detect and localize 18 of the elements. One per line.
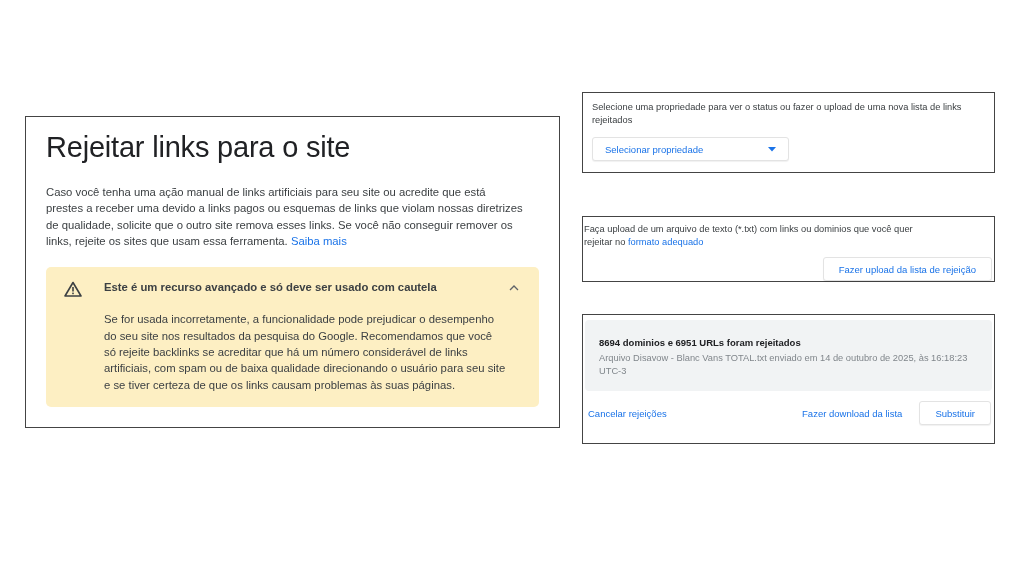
dropdown-arrow-icon — [768, 146, 776, 152]
page-title: Rejeitar links para o site — [46, 131, 352, 164]
cancel-rejections-button[interactable]: Cancelar rejeições — [588, 407, 667, 419]
rejection-summary: 8694 dominios e 6951 URLs foram rejeitados — [599, 337, 802, 348]
warning-icon — [64, 281, 82, 298]
download-list-button[interactable]: Fazer download da lista — [802, 407, 903, 419]
intro-paragraph: Caso você tenha uma ação manual de links artificiais para seu site ou acredite que está prestes a receber uma devido a links pagos ou esquemas de links que violam nossas diretrizes de qualidade, solicite que o outro site remova esses links. Se você não conseguir remover os links, rejeite os sites que usam essa ferramenta. Saiba mais — [46, 185, 524, 249]
format-link[interactable]: formato adequado — [627, 237, 704, 247]
learn-more-link[interactable]: Saiba mais — [290, 234, 347, 247]
upload-details: Arquivo Disavow - Blanc Vans TOTAL.txt enviado em 14 de outubro de 2025, às 16:18:23 UTC-3 — [599, 352, 969, 378]
chevron-icon — [509, 285, 519, 292]
upload-instructions: Faça upload de um arquivo de texto (*.txt) com links ou dominios que você quer rejeitar no formato adequado — [584, 223, 914, 249]
warning-title: Este é um recurso avançado e só deve ser usado com cautela — [104, 281, 438, 296]
upload-list-button[interactable]: Fazer upload da lista de rejeição — [822, 257, 992, 281]
replace-button[interactable]: Substituir — [919, 401, 991, 425]
property-instructions: Selecione uma propriedade para ver o status ou fazer o upload de uma nova lista de links rejeitados — [592, 101, 963, 127]
warning-text: Se for usada incorretamente, a funcionalidade pode prejudicar o desempenho do seu site nos resultados da pesquisa do Google. Recomendamos que você só rejeite backlinks se acreditar que há um número considerável de links artificiais, com spam ou de baixa qualidade direcionando o usuário para seu site e se tiver certeza de que os links causam problemas às suas páginas. — [104, 312, 507, 393]
property-dropdown[interactable]: Selecionar propriedade — [592, 137, 789, 161]
